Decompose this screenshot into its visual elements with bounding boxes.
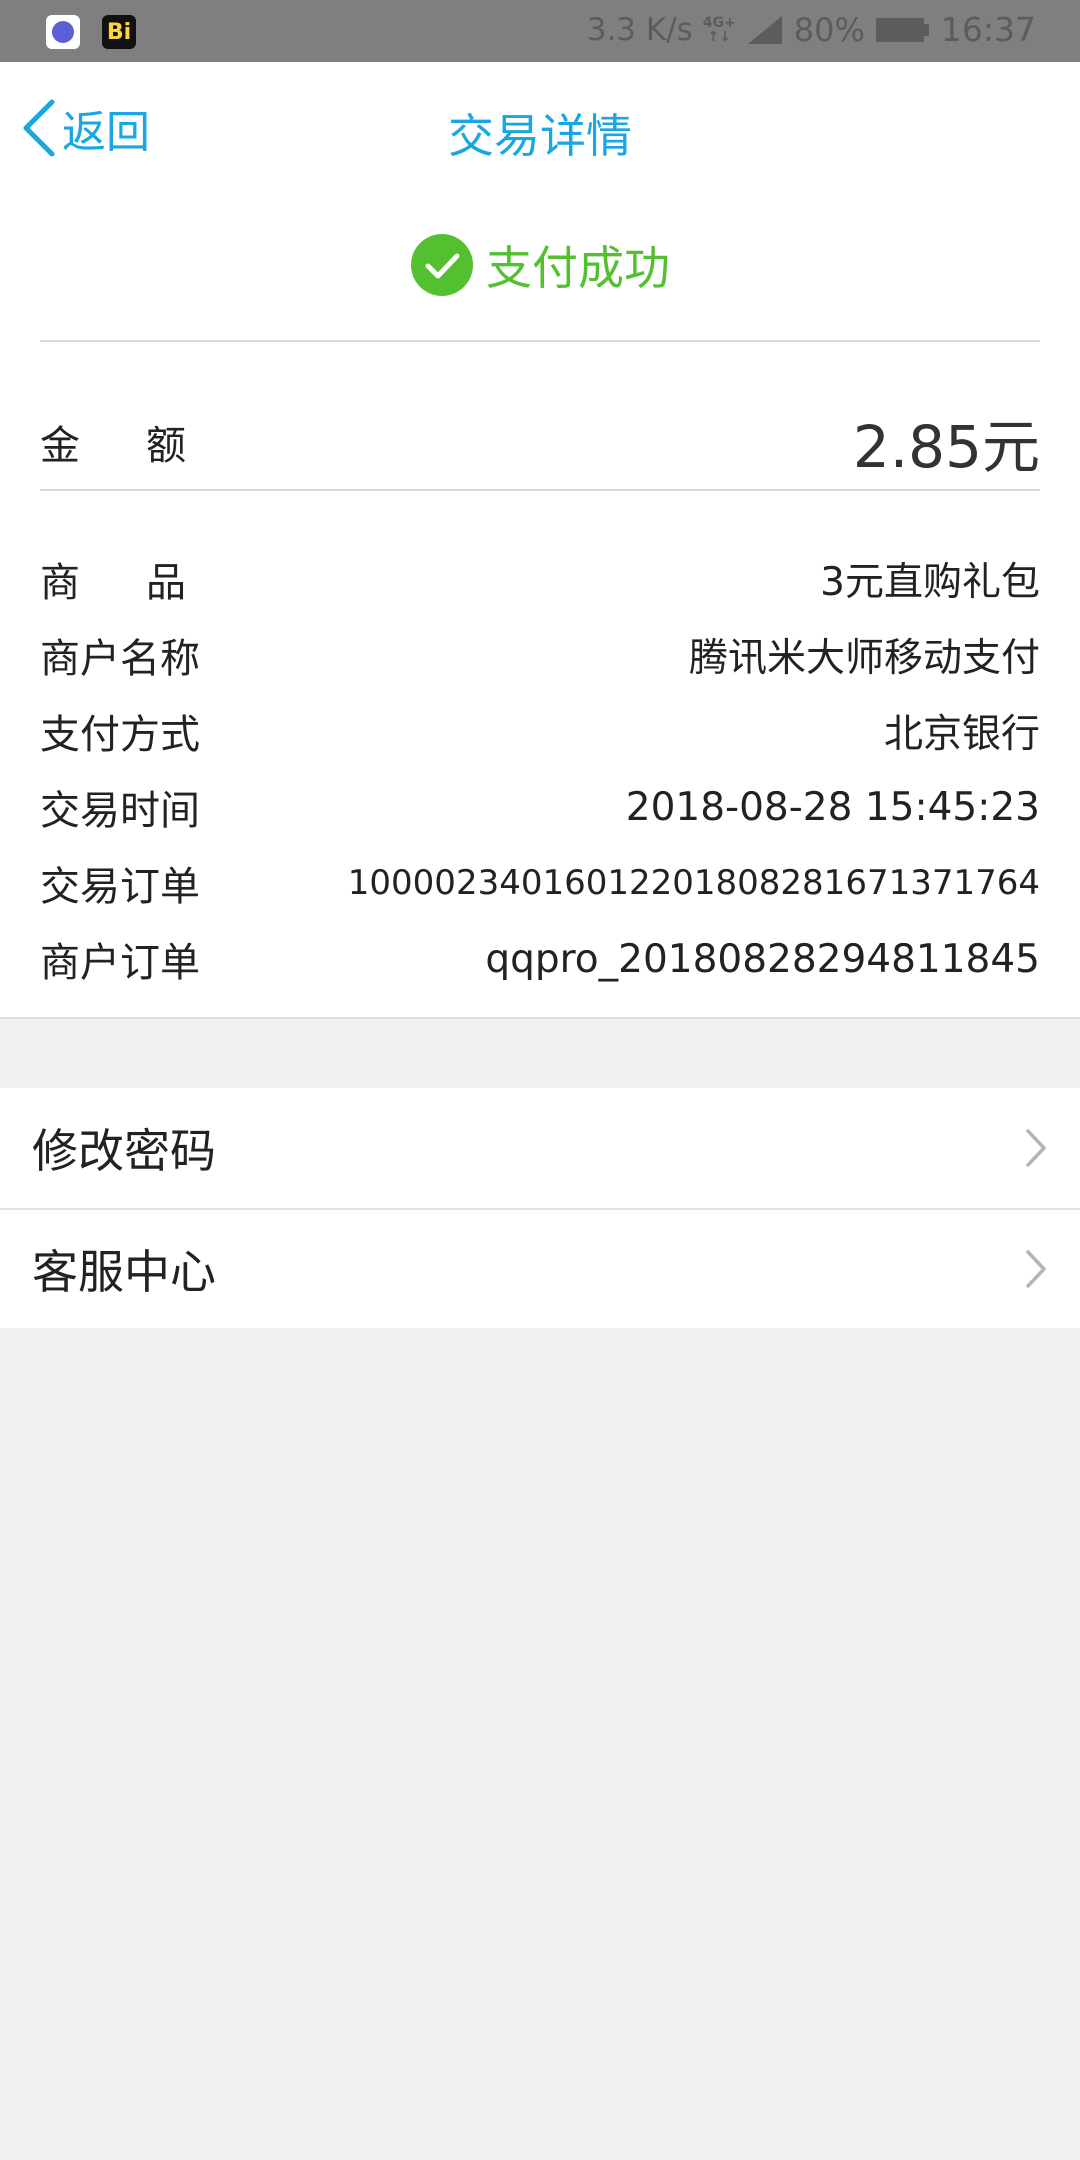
page-title: 交易详情 bbox=[448, 109, 632, 163]
status-bar: Bi 3.3 K/s 4G+ ↑↓ 80% 16:37 bbox=[0, 0, 1080, 62]
payment-status: 支付成功 bbox=[0, 232, 1080, 298]
bi-app-label: Bi bbox=[106, 19, 132, 45]
info-row-transaction-time: 交易时间 2018-08-28 15:45:23 bbox=[40, 769, 1040, 845]
network-speed: 3.3 K/s bbox=[586, 11, 693, 48]
menu-item-change-password[interactable]: 修改密码 bbox=[0, 1088, 1080, 1208]
battery-percent: 80% bbox=[793, 10, 865, 49]
merchant-order-label: 商户订单 bbox=[40, 940, 200, 986]
clock: 16:37 bbox=[940, 10, 1036, 49]
battery-icon bbox=[875, 17, 929, 42]
merchant-order-value: qqpro_20180828294811845 bbox=[485, 936, 1040, 982]
chevron-right-icon bbox=[1026, 1129, 1046, 1167]
info-row-payment-method: 支付方式 北京银行 bbox=[40, 693, 1040, 769]
customer-service-label: 客服中心 bbox=[32, 1245, 216, 1299]
transaction-order-label: 交易订单 bbox=[40, 864, 200, 910]
network-type-top: 4G+ bbox=[702, 14, 736, 31]
divider bbox=[40, 489, 1040, 491]
signal-icon bbox=[747, 15, 782, 44]
check-circle-icon bbox=[411, 234, 473, 296]
change-password-label: 修改密码 bbox=[32, 1124, 216, 1178]
bi-app-icon: Bi bbox=[102, 15, 136, 49]
info-row-merchant-name: 商户名称 腾讯米大师移动支付 bbox=[40, 617, 1040, 693]
network-type-bottom: ↑↓ bbox=[707, 28, 732, 45]
amount-label: 金额 bbox=[40, 422, 252, 469]
status-bar-indicators: 3.3 K/s 4G+ ↑↓ 80% 16:37 bbox=[587, 10, 1036, 49]
transaction-time-value: 2018-08-28 15:45:23 bbox=[625, 784, 1040, 830]
amount-value: 2.85元 bbox=[852, 412, 1040, 481]
header: 返回 交易详情 bbox=[0, 62, 1080, 197]
divider bbox=[40, 340, 1040, 342]
transaction-time-label: 交易时间 bbox=[40, 788, 200, 834]
info-row-merchant-order: 商户订单 qqpro_20180828294811845 bbox=[40, 921, 1040, 997]
status-bar-app-icons: Bi bbox=[46, 15, 136, 49]
payment-method-value: 北京银行 bbox=[883, 712, 1040, 757]
menu-item-customer-service[interactable]: 客服中心 bbox=[0, 1208, 1080, 1328]
merchant-name-label: 商户名称 bbox=[40, 636, 200, 682]
product-value: 3元直购礼包 bbox=[820, 560, 1040, 605]
product-label: 商品 bbox=[40, 560, 252, 606]
network-type-icon: 4G+ ↑↓ bbox=[703, 16, 736, 44]
info-row-product: 商品 3元直购礼包 bbox=[40, 541, 1040, 617]
amount-row: 金额 2.85元 bbox=[40, 368, 1040, 515]
transaction-detail-card: 支付成功 金额 2.85元 商品 3元直购礼包 商户名称 腾讯米大师移动支付 支… bbox=[0, 197, 1080, 1019]
notification-app-icon bbox=[46, 15, 80, 49]
payment-status-text: 支付成功 bbox=[486, 241, 670, 295]
info-row-transaction-order: 交易订单 10000234016012201808281671371764 bbox=[40, 845, 1040, 921]
transaction-order-value: 10000234016012201808281671371764 bbox=[347, 863, 1040, 903]
settings-menu: 修改密码 客服中心 bbox=[0, 1088, 1080, 1328]
transaction-info-list: 商品 3元直购礼包 商户名称 腾讯米大师移动支付 支付方式 北京银行 交易时间 … bbox=[40, 515, 1040, 997]
payment-method-label: 支付方式 bbox=[40, 712, 200, 758]
merchant-name-value: 腾讯米大师移动支付 bbox=[688, 636, 1040, 681]
chevron-right-icon bbox=[1026, 1250, 1046, 1288]
